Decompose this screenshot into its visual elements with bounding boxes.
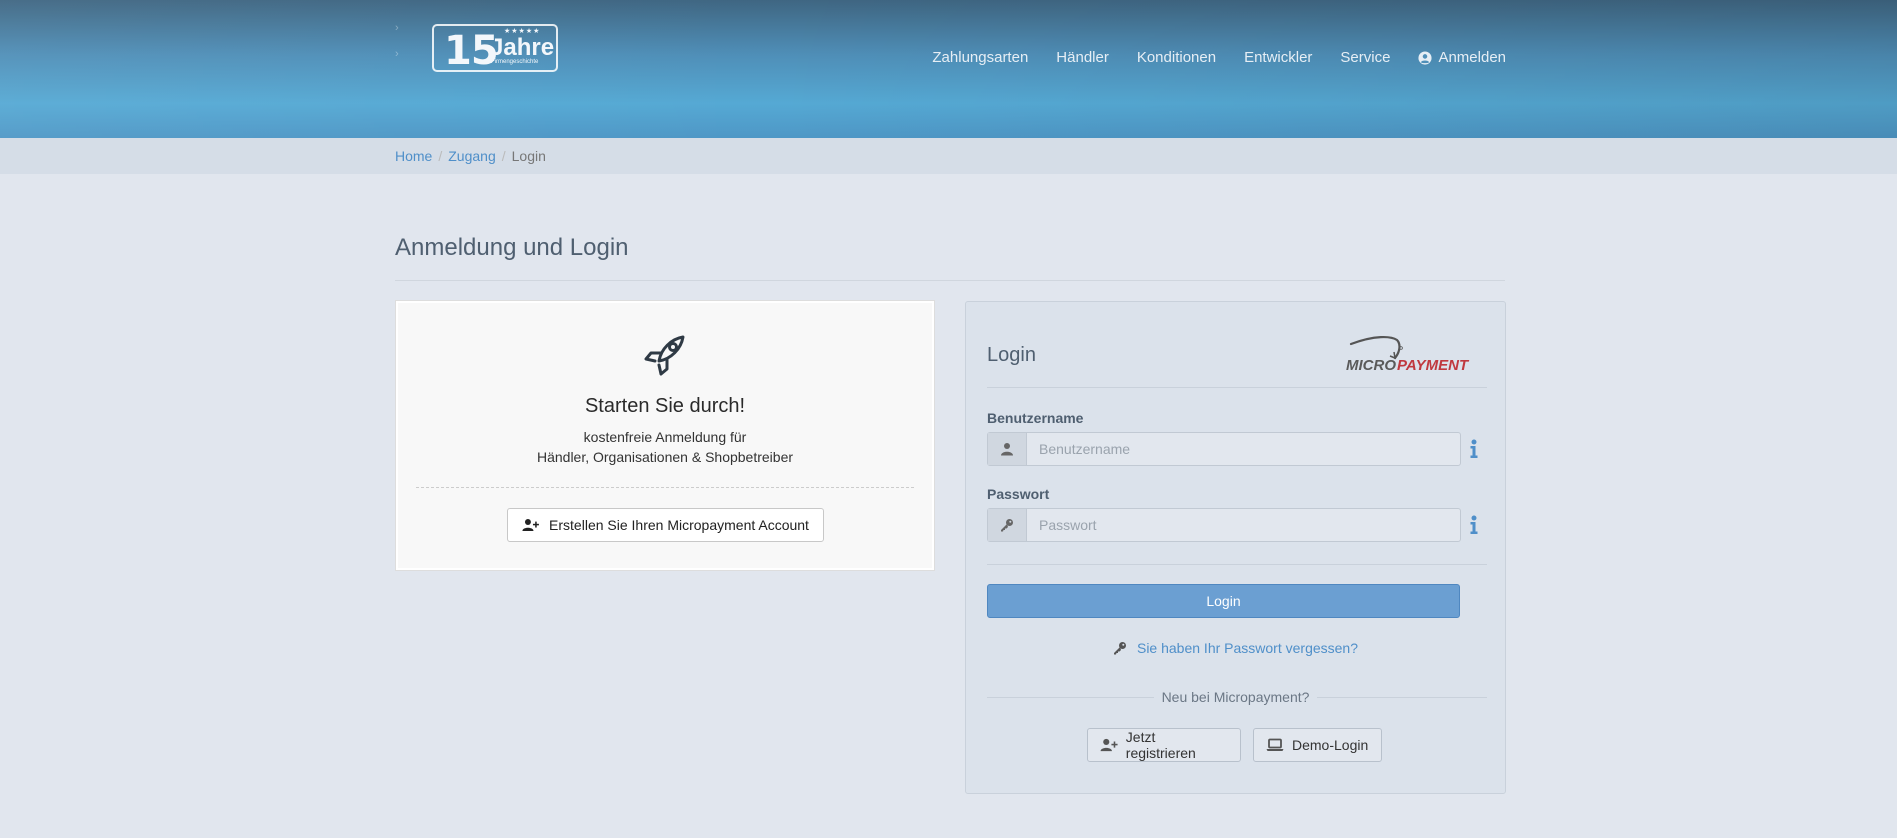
nav-konditionen[interactable]: Konditionen [1137,49,1216,66]
forgot-password-label: Sie haben Ihr Passwort vergessen? [1136,640,1358,656]
key-icon-addon [988,509,1027,541]
user-icon-addon [988,433,1027,465]
username-group [987,432,1461,466]
anniversary-logo[interactable]: 15 ★★★★★ Jahre Firmengeschichte [432,24,558,74]
user-icon [1001,443,1013,456]
breadcrumb: Home / Zugang / Login [395,148,546,164]
login-button[interactable]: Login [987,584,1460,618]
login-heading: Login [987,344,1036,366]
breadcrumb-current: Login [511,148,546,164]
new-user-text-wrap: Neu bei Micropayment? [966,689,1505,707]
breadcrumb-separator: / [501,148,506,164]
nav-anmelden[interactable]: Anmelden [1418,49,1506,66]
create-account-label: Erstellen Sie Ihren Micropayment Account [549,517,809,533]
new-user-text: Neu bei Micropayment? [1153,689,1318,705]
dashed-divider [416,487,914,488]
nav-entwickler[interactable]: Entwickler [1244,49,1312,66]
username-input[interactable] [1027,433,1460,465]
register-button[interactable]: Jetzt registrieren [1087,728,1241,762]
logo-subtitle: Firmengeschichte [491,59,539,65]
nav-service[interactable]: Service [1340,49,1390,66]
form-divider [987,564,1487,565]
nav-anmelden-label: Anmelden [1438,49,1506,66]
signup-text-line1: kostenfreie Anmeldung für [583,429,747,445]
user-plus-icon [1100,738,1118,752]
signup-heading: Starten Sie durch! [584,395,746,417]
login-card: Login MICRO PAYMENT Benutzername Passwor… [965,301,1506,794]
nav-haendler[interactable]: Händler [1056,49,1109,66]
laptop-icon [1266,738,1284,751]
site-header [0,0,1897,138]
login-header-divider [987,387,1487,388]
password-label: Passwort [987,486,1050,502]
brand-part2: PAYMENT [1397,357,1470,374]
brand-part1: MICRO [1346,357,1396,374]
logo-word: Jahre [490,34,555,61]
user-circle-icon [1418,50,1433,65]
info-icon[interactable] [1469,515,1479,535]
demo-login-label: Demo-Login [1292,737,1369,753]
title-divider [395,280,1505,281]
breadcrumb-separator: / [438,148,443,164]
breadcrumb-bar: Home / Zugang / Login [0,138,1897,174]
breadcrumb-zugang[interactable]: Zugang [448,148,495,164]
info-icon[interactable] [1469,439,1479,459]
username-label: Benutzername [987,410,1084,426]
main-nav: Zahlungsarten Händler Konditionen Entwic… [932,49,1506,66]
key-icon [1001,519,1013,532]
page-title: Anmeldung und Login [395,234,629,261]
demo-login-button[interactable]: Demo-Login [1253,728,1382,762]
user-plus-icon [522,519,539,531]
signup-card: Starten Sie durch! kostenfreie Anmeldung… [395,300,935,571]
password-input[interactable] [1027,509,1460,541]
password-group [987,508,1461,542]
nav-zahlungsarten[interactable]: Zahlungsarten [932,49,1028,66]
signup-text-line2: Händler, Organisationen & Shopbetreiber [536,449,794,465]
key-icon [1113,642,1126,655]
forgot-password-link[interactable]: Sie haben Ihr Passwort vergessen? [966,640,1505,656]
breadcrumb-home[interactable]: Home [395,148,432,164]
ghost-mark: › [395,22,399,34]
create-account-button[interactable]: Erstellen Sie Ihren Micropayment Account [507,508,824,542]
ghost-mark: › [395,48,399,60]
register-label: Jetzt registrieren [1125,729,1196,761]
rocket-icon [644,335,685,376]
micropayment-logo: MICRO PAYMENT [1346,336,1470,374]
